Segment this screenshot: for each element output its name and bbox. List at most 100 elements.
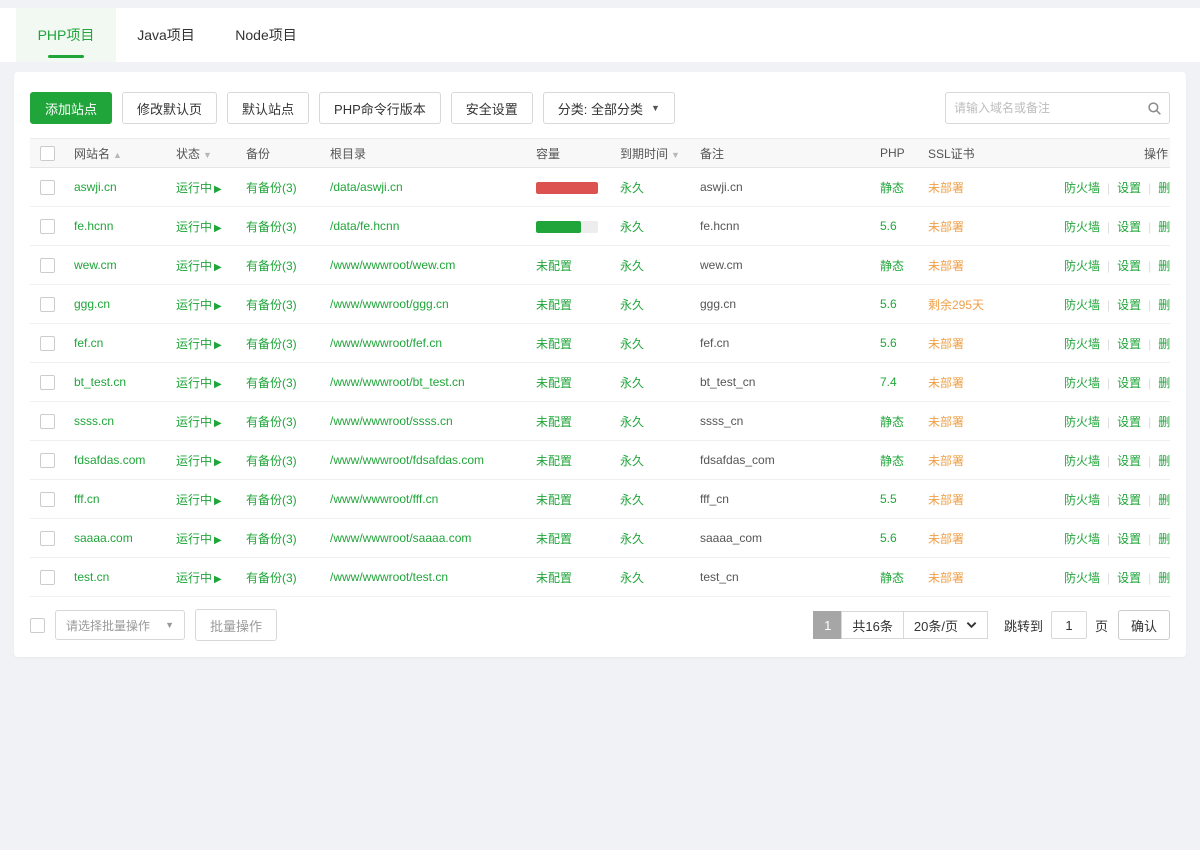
settings-link[interactable]: 设置 [1117, 220, 1141, 234]
expiry-link[interactable]: 永久 [620, 259, 644, 273]
row-checkbox[interactable] [40, 297, 55, 312]
capacity-bar[interactable] [536, 182, 598, 194]
settings-link[interactable]: 设置 [1117, 337, 1141, 351]
delete-link[interactable]: 删除 [1158, 415, 1170, 429]
batch-action-select[interactable]: 请选择批量操作 ▼ [55, 610, 185, 640]
status-link[interactable]: 运行中 [176, 220, 212, 234]
root-dir-link[interactable]: /www/wwwroot/fdsafdas.com [330, 453, 484, 467]
confirm-button[interactable]: 确认 [1118, 610, 1170, 640]
settings-link[interactable]: 设置 [1117, 376, 1141, 390]
backup-link[interactable]: 有备份(3) [246, 181, 297, 195]
php-version-link[interactable]: 5.6 [880, 336, 897, 350]
ssl-status-link[interactable]: 未部署 [928, 181, 964, 195]
php-version-link[interactable]: 静态 [880, 454, 904, 468]
root-dir-link[interactable]: /www/wwwroot/fef.cn [330, 336, 442, 350]
php-version-link[interactable]: 5.6 [880, 531, 897, 545]
site-name-link[interactable]: fe.hcnn [74, 219, 113, 233]
backup-link[interactable]: 有备份(3) [246, 532, 297, 546]
default-site-button[interactable]: 默认站点 [227, 92, 309, 124]
backup-link[interactable]: 有备份(3) [246, 415, 297, 429]
row-checkbox[interactable] [40, 570, 55, 585]
row-checkbox[interactable] [40, 375, 55, 390]
site-name-link[interactable]: ssss.cn [74, 414, 114, 428]
jump-page-input[interactable] [1051, 611, 1087, 639]
backup-link[interactable]: 有备份(3) [246, 220, 297, 234]
delete-link[interactable]: 删除 [1158, 376, 1170, 390]
backup-link[interactable]: 有备份(3) [246, 337, 297, 351]
sort-asc-icon[interactable]: ▲ [113, 150, 122, 160]
capacity-config-link[interactable]: 未配置 [536, 376, 572, 390]
status-link[interactable]: 运行中 [176, 298, 212, 312]
batch-action-button[interactable]: 批量操作 [195, 609, 277, 641]
php-version-link[interactable]: 5.6 [880, 219, 897, 233]
tab-php-project[interactable]: PHP项目 [16, 8, 116, 62]
site-name-link[interactable]: fdsafdas.com [74, 453, 145, 467]
row-checkbox[interactable] [40, 336, 55, 351]
column-header-expiry[interactable]: 到期时间▼ [620, 145, 700, 162]
note-text[interactable]: ssss_cn [700, 414, 743, 428]
add-site-button[interactable]: 添加站点 [30, 92, 112, 124]
root-dir-link[interactable]: /www/wwwroot/ggg.cn [330, 297, 449, 311]
expiry-link[interactable]: 永久 [620, 337, 644, 351]
tab-java-project[interactable]: Java项目 [116, 8, 216, 62]
settings-link[interactable]: 设置 [1117, 298, 1141, 312]
row-checkbox[interactable] [40, 258, 55, 273]
status-link[interactable]: 运行中 [176, 454, 212, 468]
firewall-link[interactable]: 防火墙 [1064, 454, 1100, 468]
ssl-status-link[interactable]: 未部署 [928, 337, 964, 351]
firewall-link[interactable]: 防火墙 [1064, 571, 1100, 585]
settings-link[interactable]: 设置 [1117, 181, 1141, 195]
note-text[interactable]: aswji.cn [700, 180, 743, 194]
expiry-link[interactable]: 永久 [620, 376, 644, 390]
firewall-link[interactable]: 防火墙 [1064, 220, 1100, 234]
note-text[interactable]: fff_cn [700, 492, 729, 506]
ssl-status-link[interactable]: 未部署 [928, 220, 964, 234]
php-version-link[interactable]: 静态 [880, 571, 904, 585]
security-settings-button[interactable]: 安全设置 [451, 92, 533, 124]
delete-link[interactable]: 删除 [1158, 493, 1170, 507]
capacity-config-link[interactable]: 未配置 [536, 415, 572, 429]
expiry-link[interactable]: 永久 [620, 571, 644, 585]
site-name-link[interactable]: bt_test.cn [74, 375, 126, 389]
php-version-link[interactable]: 静态 [880, 415, 904, 429]
root-dir-link[interactable]: /data/aswji.cn [330, 180, 403, 194]
expiry-link[interactable]: 永久 [620, 454, 644, 468]
row-checkbox[interactable] [40, 180, 55, 195]
expiry-link[interactable]: 永久 [620, 298, 644, 312]
modify-default-page-button[interactable]: 修改默认页 [122, 92, 217, 124]
delete-link[interactable]: 删除 [1158, 181, 1170, 195]
status-link[interactable]: 运行中 [176, 571, 212, 585]
firewall-link[interactable]: 防火墙 [1064, 337, 1100, 351]
settings-link[interactable]: 设置 [1117, 415, 1141, 429]
column-header-name[interactable]: 网站名▲ [74, 145, 176, 162]
php-cli-version-button[interactable]: PHP命令行版本 [319, 92, 441, 124]
capacity-config-link[interactable]: 未配置 [536, 493, 572, 507]
php-version-link[interactable]: 5.5 [880, 492, 897, 506]
backup-link[interactable]: 有备份(3) [246, 571, 297, 585]
delete-link[interactable]: 删除 [1158, 298, 1170, 312]
note-text[interactable]: ggg.cn [700, 297, 736, 311]
row-checkbox[interactable] [40, 453, 55, 468]
note-text[interactable]: bt_test_cn [700, 375, 755, 389]
status-link[interactable]: 运行中 [176, 493, 212, 507]
firewall-link[interactable]: 防火墙 [1064, 376, 1100, 390]
status-link[interactable]: 运行中 [176, 376, 212, 390]
row-checkbox[interactable] [40, 219, 55, 234]
status-link[interactable]: 运行中 [176, 181, 212, 195]
backup-link[interactable]: 有备份(3) [246, 376, 297, 390]
capacity-config-link[interactable]: 未配置 [536, 532, 572, 546]
capacity-config-link[interactable]: 未配置 [536, 259, 572, 273]
backup-link[interactable]: 有备份(3) [246, 259, 297, 273]
search-input[interactable] [946, 101, 1139, 115]
delete-link[interactable]: 删除 [1158, 220, 1170, 234]
status-link[interactable]: 运行中 [176, 259, 212, 273]
delete-link[interactable]: 删除 [1158, 337, 1170, 351]
expiry-link[interactable]: 永久 [620, 181, 644, 195]
row-checkbox[interactable] [40, 531, 55, 546]
firewall-link[interactable]: 防火墙 [1064, 493, 1100, 507]
ssl-status-link[interactable]: 未部署 [928, 415, 964, 429]
root-dir-link[interactable]: /www/wwwroot/test.cn [330, 570, 448, 584]
capacity-config-link[interactable]: 未配置 [536, 454, 572, 468]
status-link[interactable]: 运行中 [176, 337, 212, 351]
site-name-link[interactable]: wew.cm [74, 258, 117, 272]
